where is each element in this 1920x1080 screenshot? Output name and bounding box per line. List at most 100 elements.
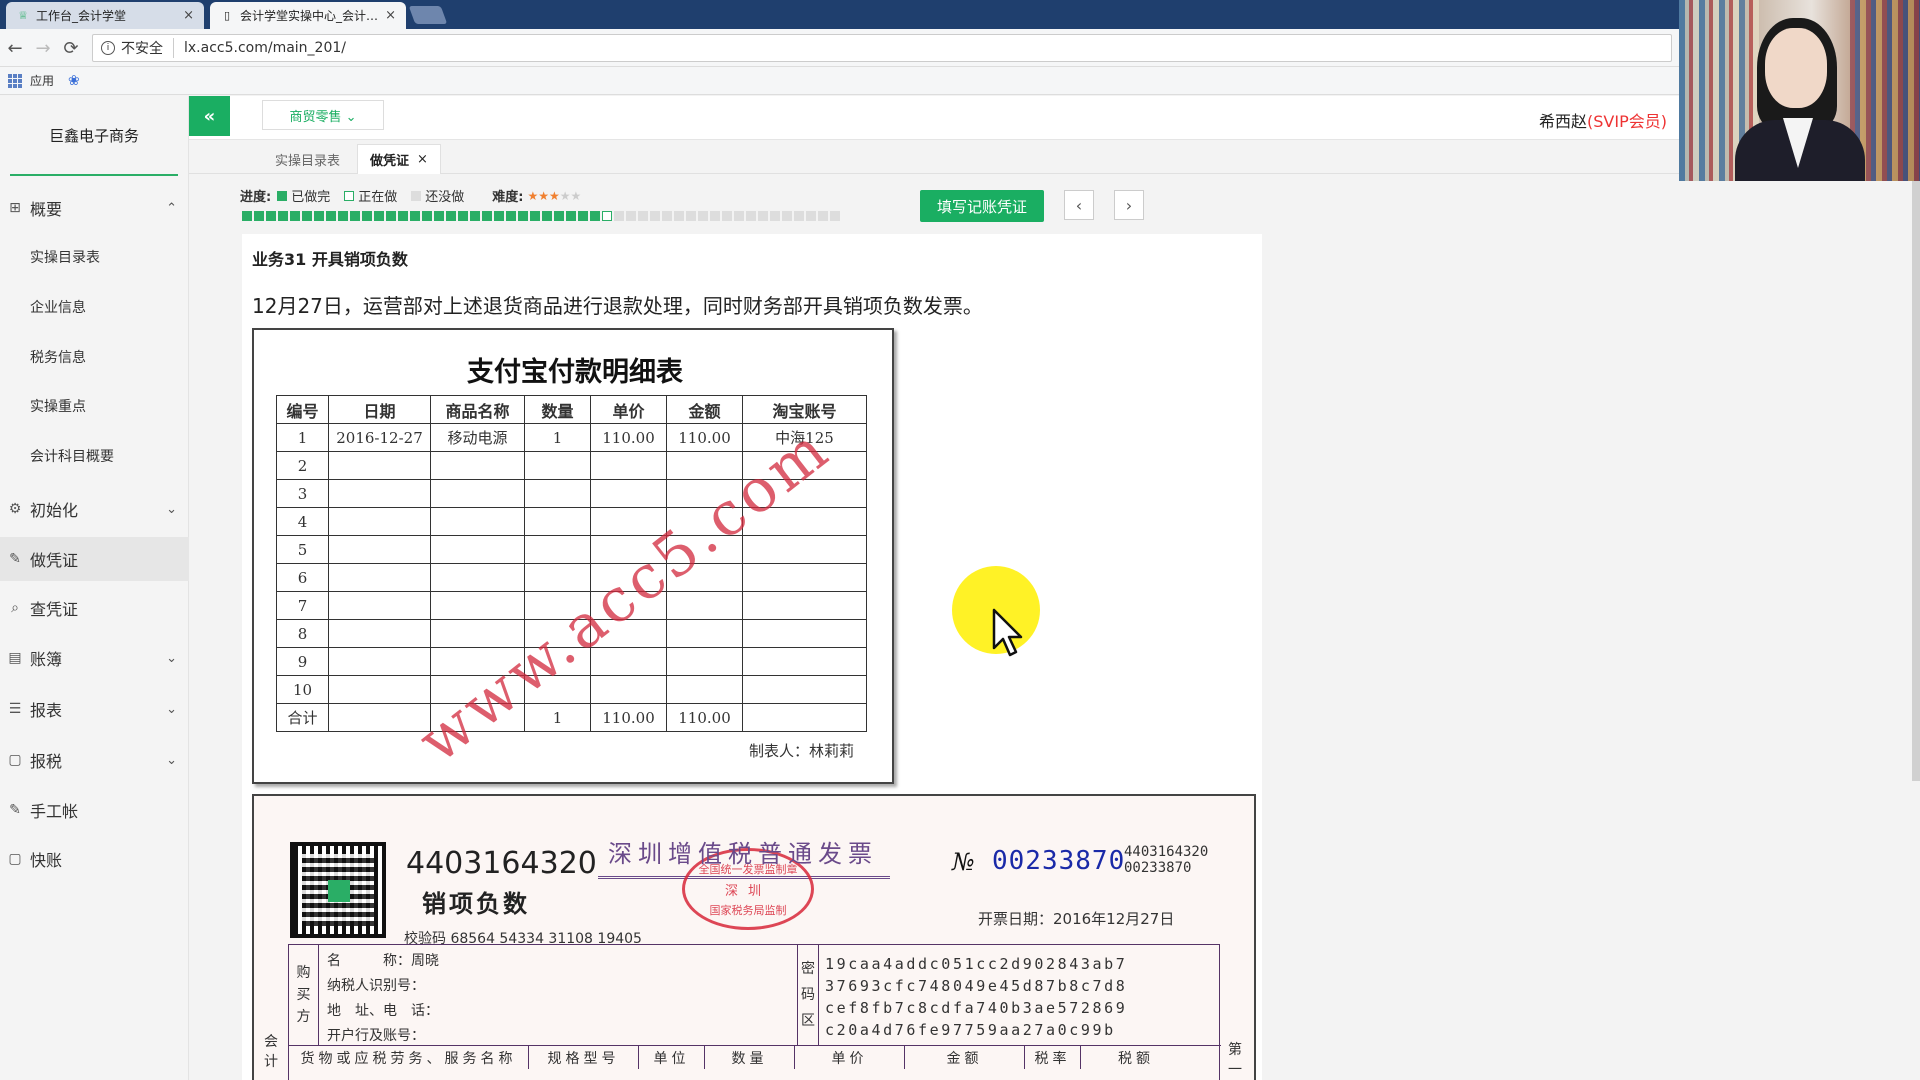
progress-square[interactable] bbox=[518, 211, 528, 221]
user-info[interactable]: 希西赵(SVIP会员) bbox=[1539, 108, 1667, 132]
file-icon: ▢ bbox=[8, 752, 22, 768]
back-button[interactable]: ← bbox=[4, 37, 26, 59]
search-icon: ⌕ bbox=[11, 600, 19, 616]
table-cell bbox=[430, 479, 525, 508]
sheet-title: 支付宝付款明细表 bbox=[467, 357, 683, 388]
progress-square[interactable] bbox=[386, 211, 396, 221]
progress-square[interactable] bbox=[446, 211, 456, 221]
progress-square[interactable] bbox=[770, 211, 780, 221]
progress-square[interactable] bbox=[758, 211, 768, 221]
progress-square[interactable] bbox=[626, 211, 636, 221]
progress-square[interactable] bbox=[566, 211, 576, 221]
progress-square[interactable] bbox=[350, 211, 360, 221]
progress-square[interactable] bbox=[818, 211, 828, 221]
progress-square[interactable] bbox=[710, 211, 720, 221]
url-field[interactable]: i 不安全 lx.acc5.com/main_201/ bbox=[92, 34, 1672, 62]
progress-square[interactable] bbox=[794, 211, 804, 221]
forward-button[interactable]: → bbox=[32, 37, 54, 59]
progress-square[interactable] bbox=[830, 211, 840, 221]
tab-make-voucher[interactable]: 做凭证 × bbox=[357, 144, 441, 174]
sidebar-subitem-tax-info[interactable]: 税务信息 bbox=[30, 342, 86, 372]
apps-grid-icon[interactable] bbox=[8, 73, 22, 88]
sidebar-subitem-catalog[interactable]: 实操目录表 bbox=[30, 242, 100, 272]
progress-square[interactable] bbox=[362, 211, 372, 221]
bookmark-apps[interactable]: 应用 bbox=[30, 72, 54, 89]
next-task-button[interactable]: › bbox=[1114, 190, 1144, 220]
close-icon[interactable]: × bbox=[183, 8, 194, 23]
progress-square[interactable] bbox=[326, 211, 336, 221]
progress-square[interactable] bbox=[398, 211, 408, 221]
fill-voucher-button[interactable]: 填写记账凭证 bbox=[920, 190, 1044, 222]
progress-square[interactable] bbox=[554, 211, 564, 221]
table-cell bbox=[590, 675, 667, 704]
progress-square[interactable] bbox=[650, 211, 660, 221]
sidebar-item-quick-books[interactable]: ▢ 快账 bbox=[0, 837, 189, 881]
progress-square[interactable] bbox=[338, 211, 348, 221]
sidebar-item-manual-books[interactable]: ✎ 手工帐 bbox=[0, 788, 189, 832]
progress-square[interactable] bbox=[590, 211, 600, 221]
browser-tab-practice-center[interactable]: ▯ 会计学堂实操中心_会计… × bbox=[210, 2, 406, 29]
progress-square[interactable] bbox=[722, 211, 732, 221]
progress-square[interactable] bbox=[602, 211, 612, 221]
close-icon[interactable]: × bbox=[385, 8, 396, 23]
progress-square[interactable] bbox=[314, 211, 324, 221]
progress-square[interactable] bbox=[242, 211, 252, 221]
sidebar-subitem-company-info[interactable]: 企业信息 bbox=[30, 292, 86, 322]
page-scrollbar[interactable] bbox=[1912, 181, 1920, 781]
industry-dropdown[interactable]: 商贸零售 ⌄ bbox=[262, 100, 384, 130]
sidebar-subitem-accounts-overview[interactable]: 会计科目概要 bbox=[30, 441, 114, 471]
items-header-row: 货物或应税劳务、服务名称 规格型号 单位 数量 单价 金额 税率 税额 bbox=[289, 1045, 1221, 1069]
progress-square[interactable] bbox=[662, 211, 672, 221]
progress-square[interactable] bbox=[458, 211, 468, 221]
new-tab-button[interactable] bbox=[408, 6, 448, 24]
progress-square[interactable] bbox=[266, 211, 276, 221]
invoice-small-codes: 4403164320 00233870 bbox=[1124, 844, 1208, 876]
table-cell bbox=[666, 647, 743, 676]
progress-square[interactable] bbox=[374, 211, 384, 221]
progress-square[interactable] bbox=[638, 211, 648, 221]
col-spec: 规格型号 bbox=[529, 1046, 639, 1069]
sidebar-item-query-voucher[interactable]: ⌕ 查凭证 bbox=[0, 586, 189, 630]
sidebar-item-init[interactable]: ⚙ 初始化 ⌄ bbox=[0, 487, 189, 531]
sidebar-item-tax-filing[interactable]: ▢ 报税 ⌄ bbox=[0, 738, 189, 782]
progress-square[interactable] bbox=[290, 211, 300, 221]
progress-square[interactable] bbox=[302, 211, 312, 221]
progress-square[interactable] bbox=[674, 211, 684, 221]
progress-square[interactable] bbox=[734, 211, 744, 221]
table-row: 7 bbox=[276, 591, 867, 620]
progress-square[interactable] bbox=[422, 211, 432, 221]
close-icon[interactable]: × bbox=[417, 152, 428, 167]
progress-square[interactable] bbox=[506, 211, 516, 221]
progress-square[interactable] bbox=[482, 211, 492, 221]
progress-square[interactable] bbox=[686, 211, 696, 221]
progress-square[interactable] bbox=[278, 211, 288, 221]
progress-square[interactable] bbox=[782, 211, 792, 221]
progress-square[interactable] bbox=[494, 211, 504, 221]
progress-square[interactable] bbox=[698, 211, 708, 221]
progress-square[interactable] bbox=[578, 211, 588, 221]
progress-square[interactable] bbox=[434, 211, 444, 221]
progress-square[interactable] bbox=[470, 211, 480, 221]
progress-square[interactable] bbox=[746, 211, 756, 221]
progress-square[interactable] bbox=[410, 211, 420, 221]
baidu-paw-icon[interactable]: ❀ bbox=[68, 73, 80, 89]
table-cell: 2 bbox=[276, 451, 329, 480]
progress-square[interactable] bbox=[530, 211, 540, 221]
table-row: 9 bbox=[276, 647, 867, 676]
progress-square[interactable] bbox=[806, 211, 816, 221]
browser-tab-workbench[interactable]: ♕ 工作台_会计学堂 × bbox=[6, 2, 204, 29]
prev-task-button[interactable]: ‹ bbox=[1064, 190, 1094, 220]
progress-square[interactable] bbox=[254, 211, 264, 221]
sidebar-item-overview[interactable]: ⊞ 概要 ⌃ bbox=[0, 186, 189, 230]
collapse-sidebar-button[interactable]: « bbox=[189, 96, 230, 136]
tab-catalog[interactable]: 实操目录表 bbox=[263, 144, 352, 174]
reload-button[interactable]: ⟳ bbox=[60, 37, 82, 59]
sidebar-item-make-voucher[interactable]: ✎ 做凭证 bbox=[0, 537, 189, 581]
progress-square[interactable] bbox=[614, 211, 624, 221]
sidebar-item-reports[interactable]: ☰ 报表 ⌄ bbox=[0, 687, 189, 731]
info-icon[interactable]: i bbox=[101, 41, 115, 55]
sidebar-item-ledger[interactable]: ▤ 账簿 ⌄ bbox=[0, 636, 189, 680]
progress-square[interactable] bbox=[542, 211, 552, 221]
table-row: 5 bbox=[276, 535, 867, 564]
sidebar-subitem-key-points[interactable]: 实操重点 bbox=[30, 391, 86, 421]
